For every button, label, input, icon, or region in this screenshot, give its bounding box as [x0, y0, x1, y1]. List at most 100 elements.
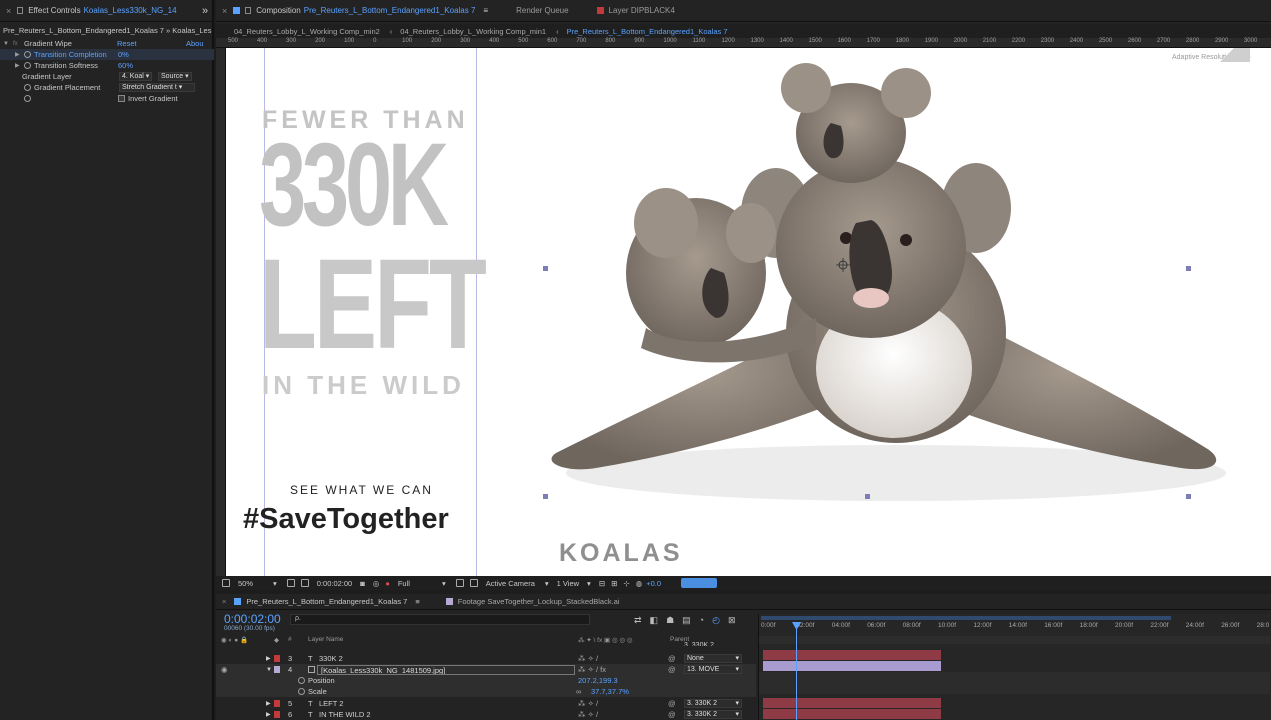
stopwatch-icon[interactable]	[24, 51, 31, 58]
layer-duration-bar[interactable]	[763, 709, 941, 719]
layer-search-input[interactable]: ρ.	[290, 614, 590, 625]
region-of-interest-icon[interactable]	[455, 579, 464, 587]
layer-label-color[interactable]	[274, 700, 280, 707]
draft-3d-icon[interactable]: ◧	[650, 615, 659, 626]
property-row-position[interactable]: Position 207.2,199.3	[216, 675, 756, 686]
lock-icon[interactable]	[245, 7, 252, 14]
timeline-comp-tab[interactable]: Pre_Reuters_L_Bottom_Endangered1_Koalas …	[246, 597, 407, 606]
flowchart-icon[interactable]: ⊹	[623, 579, 629, 588]
pickwhip-icon[interactable]: @	[668, 654, 676, 663]
expand-triangle-icon[interactable]: ▶	[266, 655, 271, 662]
gradient-layer-dropdown[interactable]: 4. Koal ▾	[119, 72, 153, 81]
parent-dropdown[interactable]: None ▾	[684, 654, 742, 663]
zoom-dropdown[interactable]: 50% ▾	[238, 579, 277, 588]
expand-triangle-icon[interactable]: ▶	[266, 711, 271, 718]
timeline-graph[interactable]: 0:00f 02:00f 04:00f 06:00f 08:00f 10:00f 12:00…	[758, 614, 1271, 720]
layer-switches[interactable]: ⁂ ✧ /	[578, 710, 598, 719]
pickwhip-icon[interactable]: @	[668, 710, 676, 719]
switches-header-icon[interactable]: ⁂ ✦ \ fx ▣ ◎ ◎ ◎	[578, 636, 633, 644]
effect-gradient-wipe[interactable]: ▼ fx Gradient Wipe Reset Abou	[0, 38, 214, 49]
stopwatch-icon[interactable]	[24, 62, 31, 69]
property-value[interactable]: 37.7,37.7%	[591, 687, 629, 696]
collapse-triangle-icon[interactable]: ▼	[266, 667, 272, 673]
pickwhip-icon[interactable]: @	[668, 699, 676, 708]
layer-duration-bar[interactable]	[763, 650, 941, 660]
invert-gradient-checkbox[interactable]	[118, 95, 125, 102]
timecode-display[interactable]: 0:00:02:00	[224, 612, 281, 626]
prop-gradient-layer[interactable]: Gradient Layer 4. Koal ▾ Source ▾	[0, 71, 214, 82]
tab-menu-icon[interactable]: ≡	[415, 597, 419, 606]
constrain-proportions-icon[interactable]: ∞	[576, 687, 581, 696]
footage-tab[interactable]: Footage SaveTogether_Lockup_StackedBlack…	[458, 597, 620, 606]
shy-layers-icon[interactable]: ☗	[666, 615, 674, 626]
reset-button[interactable]: Reset	[117, 39, 137, 48]
breadcrumb-item[interactable]: 04_Reuters_Lobby_L_Working Comp_min2	[234, 27, 380, 36]
av-features-icon[interactable]: ◉ ◐ ● 🔒	[221, 636, 248, 644]
parent-dropdown[interactable]: 13. MOVE ▾	[684, 665, 742, 674]
property-keyframe-area[interactable]	[759, 672, 1270, 694]
layer-switches[interactable]: ⁂ ✧ /	[578, 699, 598, 708]
property-value[interactable]: 207.2,199.3	[578, 676, 618, 685]
camera-dropdown[interactable]: Active Camera ▾	[486, 579, 549, 588]
grid-icon[interactable]	[286, 579, 295, 587]
vertical-ruler[interactable]	[216, 48, 226, 576]
expand-triangle-icon[interactable]: ▶	[266, 700, 271, 707]
comp-mini-flowchart-icon[interactable]: ⇄	[634, 615, 642, 626]
breadcrumb-item-current[interactable]: Pre_Reuters_L_Bottom_Endangered1_Koalas …	[567, 27, 728, 36]
close-icon[interactable]: ×	[222, 597, 226, 606]
time-ruler[interactable]: 0:00f 02:00f 04:00f 06:00f 08:00f 10:00f 12:00…	[759, 620, 1270, 634]
koala-photo[interactable]	[526, 48, 1246, 518]
tab-menu-icon[interactable]: ≡	[483, 6, 488, 15]
about-button[interactable]: Abou	[186, 39, 204, 48]
close-icon[interactable]: ×	[222, 6, 227, 16]
close-icon[interactable]: ×	[6, 6, 11, 16]
current-time-display[interactable]: 0:00:02:00	[317, 579, 352, 588]
layer-label-color[interactable]	[274, 711, 280, 718]
pickwhip-icon[interactable]: @	[668, 665, 676, 674]
layer-row[interactable]: ▶ 6 T IN THE WILD 2 ⁂ ✧ / @ 3. 330K 2 ▾	[216, 709, 756, 720]
composition-canvas[interactable]: FEWER THAN 330K LEFT IN THE WILD SEE WHA…	[226, 48, 1271, 576]
graph-editor-icon[interactable]: ◴	[712, 615, 720, 626]
clipped-parent-field[interactable]: 3. 330K 2	[684, 642, 744, 646]
snapshot-icon[interactable]: ◙	[360, 579, 365, 588]
expand-triangle-icon[interactable]: ▶	[15, 62, 22, 69]
fast-previews-icon[interactable]: ⊞	[611, 579, 617, 588]
tab-render-queue[interactable]: Render Queue	[510, 0, 574, 22]
collapse-triangle-icon[interactable]: ▼	[3, 41, 10, 47]
parent-dropdown[interactable]: 3. 330K 2 ▾	[684, 710, 742, 719]
transform-handle[interactable]	[865, 494, 870, 499]
tab-composition[interactable]: × Composition Pre_Reuters_L_Bottom_Endan…	[216, 0, 494, 22]
layer-switches[interactable]: ⁂ ✧ / fx	[578, 665, 606, 674]
frame-blending-icon[interactable]: ▤	[682, 615, 691, 626]
layer-label-color[interactable]	[274, 655, 280, 662]
show-snapshot-icon[interactable]: ◎	[373, 579, 380, 588]
layer-name[interactable]: LEFT 2	[319, 699, 343, 708]
chart-icon[interactable]: ⊠	[728, 615, 736, 626]
layer-row[interactable]: ▶ 5 T LEFT 2 ⁂ ✧ / @ 3. 330K 2 ▾	[216, 698, 756, 709]
mask-visibility-icon[interactable]	[300, 579, 309, 587]
stopwatch-icon[interactable]	[24, 95, 31, 102]
prop-transition-completion[interactable]: ▶ Transition Completion 0%	[0, 49, 214, 60]
layer-row-selected[interactable]: ◉ ▼ 4 [Koalas_Less330k_NG_1481509.jpg] ⁂…	[216, 664, 756, 675]
transform-handle[interactable]	[1186, 266, 1191, 271]
current-time-indicator[interactable]	[796, 622, 797, 720]
transform-handle[interactable]	[543, 266, 548, 271]
transform-handle[interactable]	[543, 494, 548, 499]
layer-name[interactable]: 330K 2	[319, 654, 343, 663]
layer-switches[interactable]: ⁂ ✧ /	[578, 654, 598, 663]
resolution-dropdown[interactable]: Full ▾	[398, 579, 446, 588]
reset-exposure-icon[interactable]: ◍	[636, 579, 643, 588]
transform-handle[interactable]	[1186, 494, 1191, 499]
layer-row[interactable]: ▶ 3 T 330K 2 ⁂ ✧ / @ None ▾	[216, 653, 756, 664]
layer-duration-bar[interactable]	[763, 698, 941, 708]
motion-blur-icon[interactable]: ◔	[699, 615, 704, 626]
view-layout-dropdown[interactable]: 1 View ▾	[557, 579, 591, 588]
property-row-scale[interactable]: Scale ∞ 37.7,37.7%	[216, 686, 756, 697]
layer-duration-bar-selected[interactable]	[763, 661, 941, 671]
prop-value[interactable]: 0%	[118, 50, 129, 59]
stopwatch-icon[interactable]	[24, 84, 31, 91]
tab-effect-controls[interactable]: × Effect Controls Koalas_Less330k_NG_14	[0, 0, 183, 22]
toggle-pixel-aspect-icon[interactable]: ⊟	[599, 579, 605, 588]
stopwatch-icon[interactable]	[298, 677, 305, 684]
gradient-placement-dropdown[interactable]: Stretch Gradient t ▾	[119, 83, 195, 92]
